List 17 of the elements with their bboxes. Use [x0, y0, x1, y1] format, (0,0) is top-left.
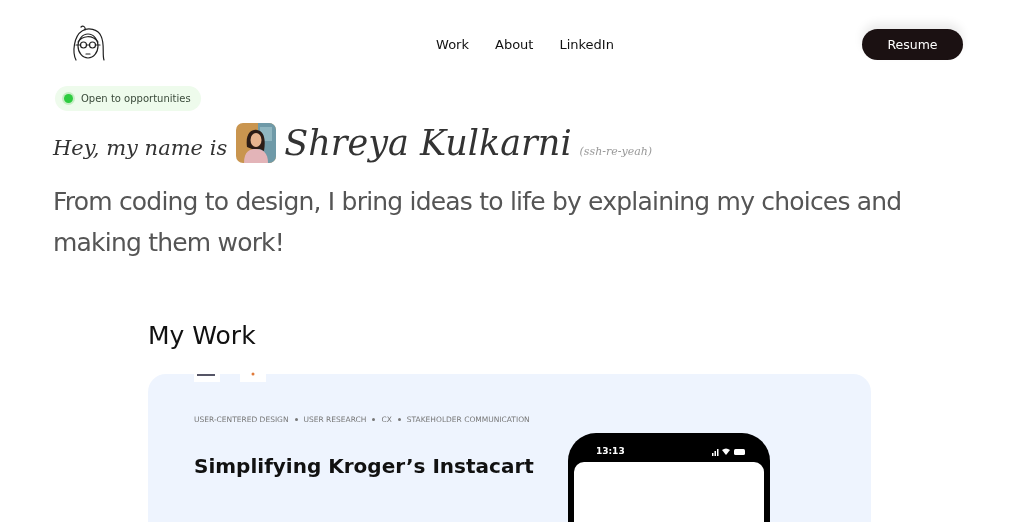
- name-heading: Shreya Kulkarni: [284, 123, 572, 163]
- status-label: Open to opportunities: [81, 93, 191, 104]
- resume-button[interactable]: Resume: [862, 28, 963, 60]
- nav-link[interactable]: Work: [436, 36, 469, 52]
- project-title: Simplifying Kroger’s Instacart: [194, 454, 535, 478]
- tagline-text: From coding to design, I bring ideas to life by explaining my choices and making them work!: [53, 186, 903, 259]
- phone-time: 13:13: [596, 446, 625, 456]
- section-title: My Work: [148, 321, 257, 350]
- nav-link[interactable]: About: [495, 36, 534, 52]
- logo-thumbnail-icon: [240, 370, 266, 382]
- separator-dot-icon: [397, 418, 401, 421]
- separator-dot-icon: [294, 418, 298, 421]
- greeting-text: Hey, my name is: [53, 136, 228, 160]
- nav-link[interactable]: LinkedIn: [559, 36, 614, 52]
- separator-dot-icon: [372, 418, 376, 421]
- pronunciation-text: (ssh-re-yeah): [579, 145, 653, 158]
- status-icons: [712, 446, 746, 456]
